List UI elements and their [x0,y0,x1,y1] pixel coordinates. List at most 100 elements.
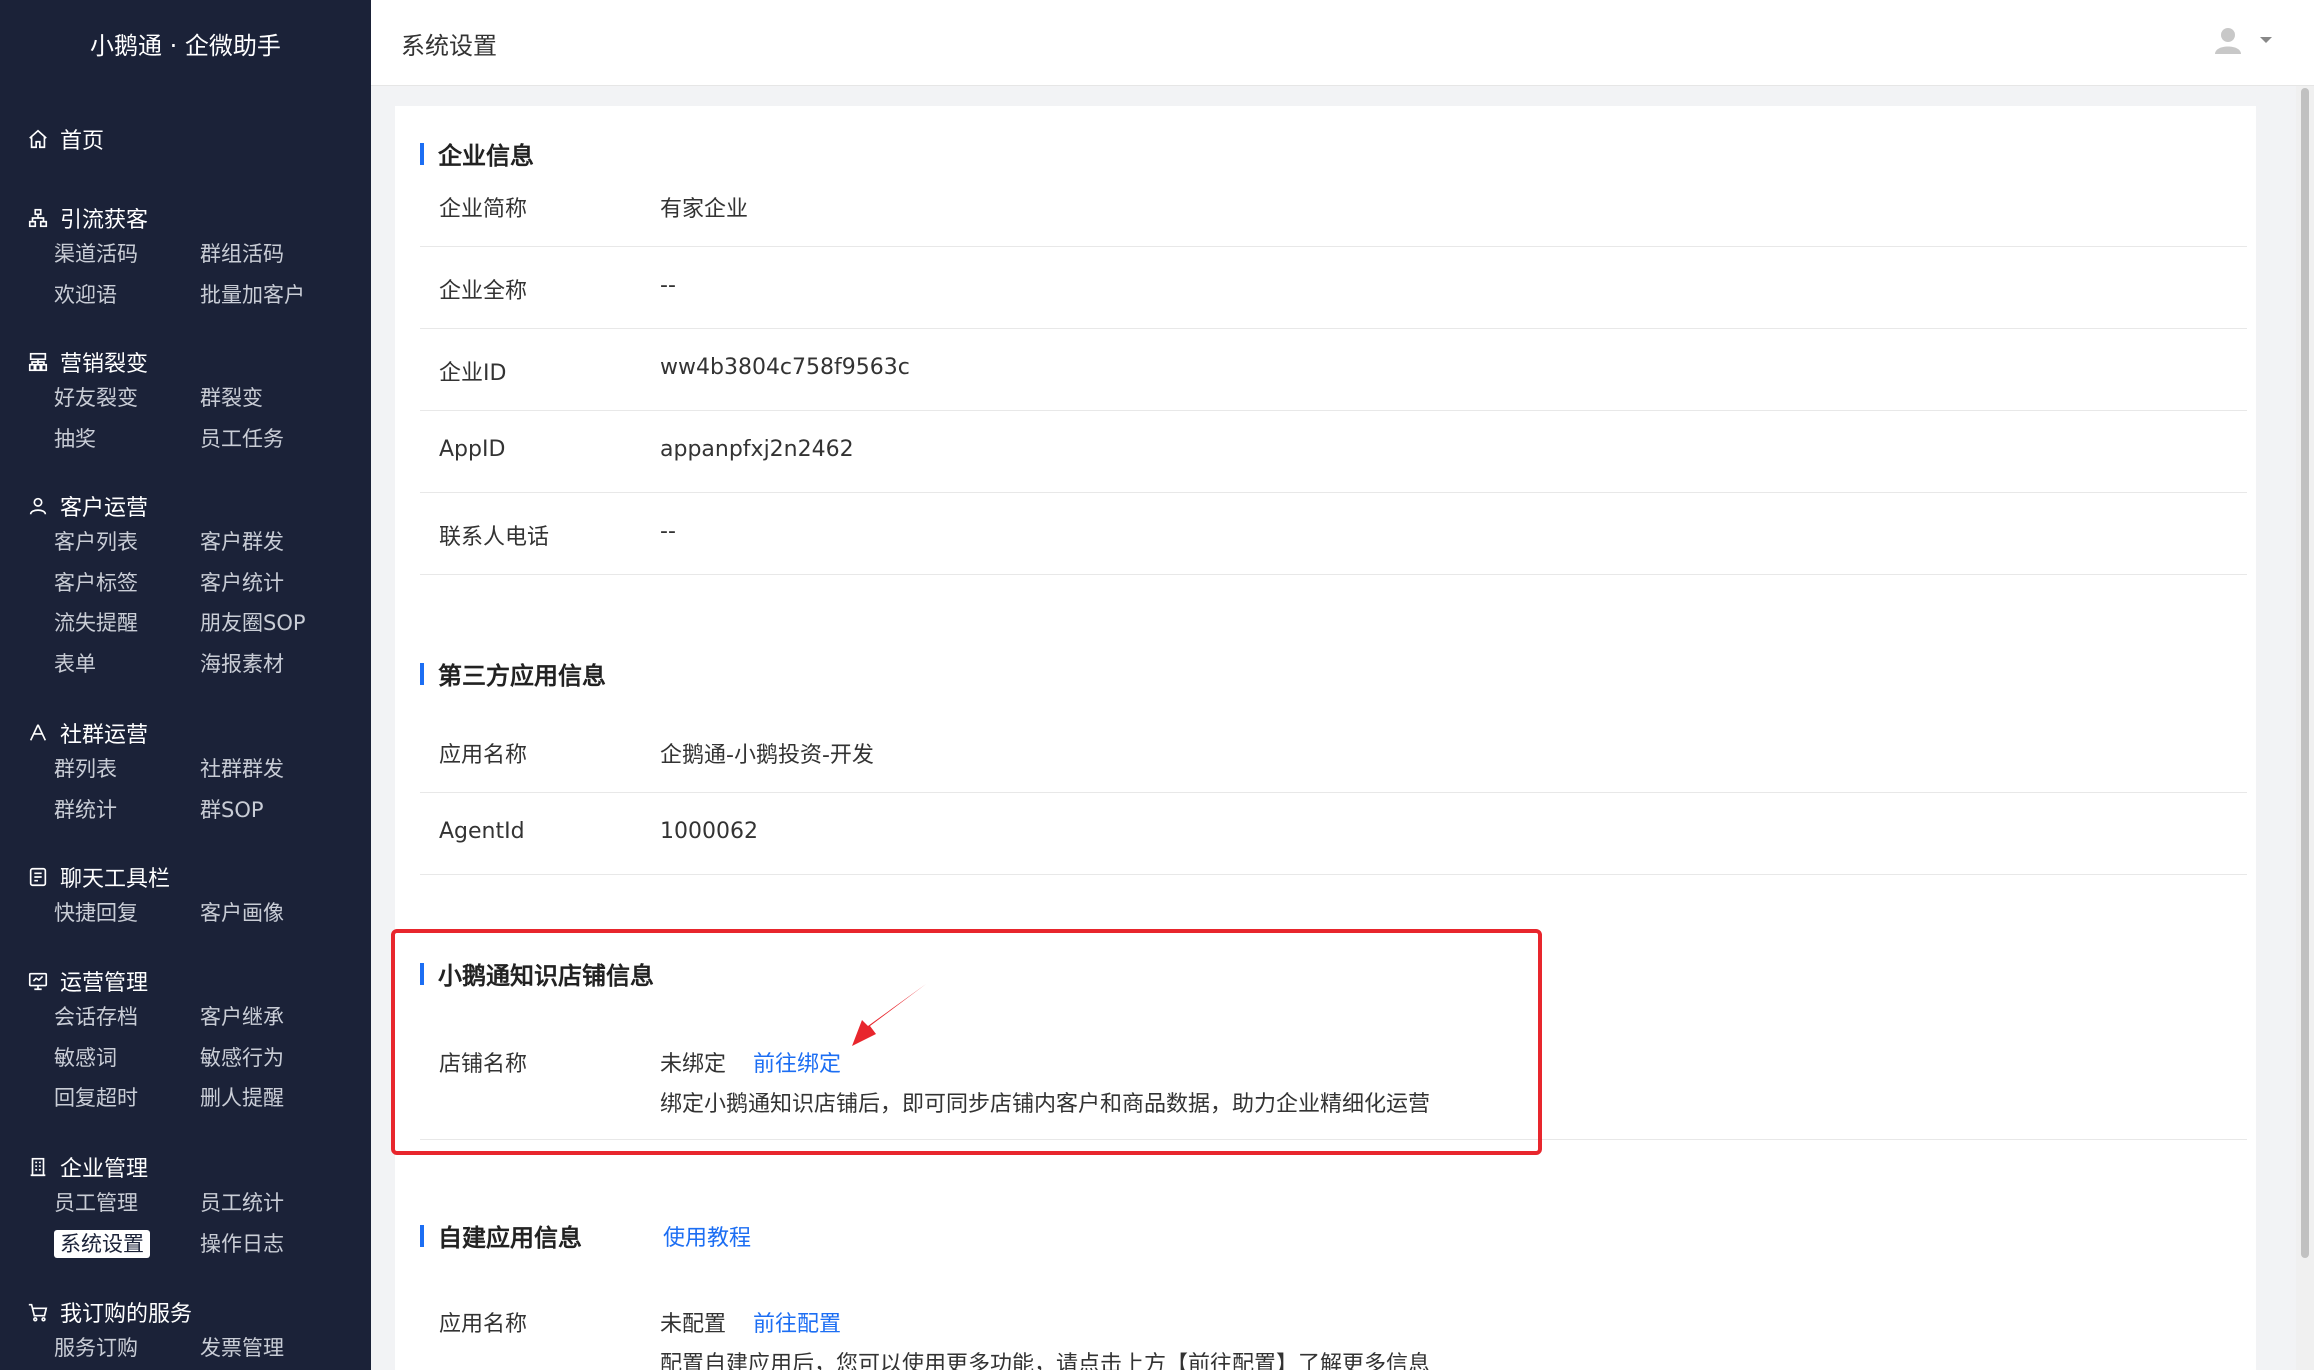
sidebar-item[interactable]: 表单 [54,644,200,685]
settings-panel: 企业信息 企业简称 有家企业 企业全称 -- 企业ID ww4b3804c758… [395,106,2256,1370]
brand-title: 小鹅通 · 企微助手 [90,31,281,60]
sidebar-item[interactable]: 欢迎语 [54,275,200,316]
section-title-custom-app: 自建应用信息 [420,1218,582,1253]
sidebar: 小鹅通 · 企微助手 首页 引流获客 渠道活码 群组活码 欢迎语 批量加客户 营… [0,0,371,1370]
user-icon [26,494,50,518]
section-marker [420,142,424,165]
sidebar-group-title: 社群运营 [60,723,149,748]
annotation-arrow-icon [852,984,926,1046]
sidebar-item[interactable]: 员工统计 [200,1183,370,1224]
sidebar-item[interactable]: 发票管理 [200,1328,370,1369]
sidebar-item[interactable]: 员工管理 [54,1183,200,1224]
sidebar-item[interactable]: 删人提醒 [200,1078,370,1119]
info-row: 企业简称 有家企业 [420,165,2247,247]
sidebar-item-label: 系统设置 [54,1229,150,1258]
section-title-third-party: 第三方应用信息 [420,656,606,691]
custom-app-status: 未配置 [660,1312,727,1337]
row-value: 未配置 前往配置 [660,1306,841,1338]
sidebar-item[interactable]: 批量加客户 [200,275,370,316]
sidebar-item[interactable]: 快捷回复 [54,893,200,934]
cart-icon [26,1300,50,1324]
info-row: 应用名称 企鹅通-小鹅投资-开发 [420,711,2247,793]
sidebar-item[interactable]: 群统计 [54,790,200,831]
row-value: 企鹅通-小鹅投资-开发 [660,743,874,768]
row-value: -- [660,273,676,298]
info-row: 联系人电话 -- [420,493,2247,575]
sidebar-group-title: 运营管理 [60,971,149,996]
monitor-icon [26,969,50,993]
sidebar-item[interactable]: 社群群发 [200,749,370,790]
sidebar-group-title: 企业管理 [60,1157,149,1182]
user-menu[interactable] [2212,24,2274,60]
chevron-down-icon[interactable] [2258,32,2274,52]
row-value: appanpfxj2n2462 [660,437,854,462]
org-chart-icon [26,206,50,230]
sidebar-item[interactable]: 客户统计 [200,563,370,604]
row-value: -- [660,519,676,544]
sidebar-item[interactable]: 回复超时 [54,1078,200,1119]
sidebar-item[interactable]: 朋友圈SOP [200,603,370,644]
sidebar-item[interactable]: 客户群发 [200,522,370,563]
sidebar-group-community: 社群运营 群列表 社群群发 群统计 群SOP [26,717,356,830]
row-value: 有家企业 [660,197,749,222]
custom-app-row: 应用名称 未配置 前往配置 配置自建应用后，您可以使用更多功能，请点击上方【前往… [420,1266,2247,1370]
info-row: AppID appanpfxj2n2462 [420,411,2247,493]
sidebar-group-operations: 运营管理 会话存档 客户继承 敏感词 敏感行为 回复超时 删人提醒 [26,965,356,1119]
highlight-box [391,929,1542,1155]
sidebar-item[interactable]: 渠道活码 [54,234,200,275]
sitemap-icon [26,350,50,374]
info-row: 企业全称 -- [420,247,2247,329]
sidebar-item[interactable]: 群裂变 [200,378,370,419]
row-value: 1000062 [660,819,758,844]
sidebar-group-title: 营销裂变 [60,352,149,377]
row-label: AgentId [439,819,525,844]
sidebar-group-customer: 客户运营 客户列表 客户群发 客户标签 客户统计 流失提醒 朋友圈SOP 表单 … [26,490,356,684]
sidebar-item[interactable]: 流失提醒 [54,603,200,644]
section-title-text: 自建应用信息 [438,1224,582,1252]
row-label: 企业简称 [439,197,528,222]
sidebar-group-chat-toolbar: 聊天工具栏 快捷回复 客户画像 [26,861,356,934]
sidebar-item-label: 首页 [60,129,105,154]
home-icon [26,127,50,151]
sidebar-item[interactable]: 好友裂变 [54,378,200,419]
sidebar-item[interactable]: 会话存档 [54,997,200,1038]
sidebar-item[interactable]: 敏感行为 [200,1038,370,1079]
sidebar-item[interactable]: 客户继承 [200,997,370,1038]
row-label: 联系人电话 [439,525,550,550]
section-marker [420,1224,424,1247]
sidebar-item-home[interactable]: 首页 [26,123,104,155]
tutorial-link[interactable]: 使用教程 [663,1220,751,1252]
sidebar-item[interactable]: 抽奖 [54,419,200,460]
sidebar-group-lead: 引流获客 渠道活码 群组活码 欢迎语 批量加客户 [26,202,356,315]
info-row: 企业ID ww4b3804c758f9563c [420,329,2247,411]
sidebar-item[interactable]: 群组活码 [200,234,370,275]
sidebar-item-system-settings[interactable]: 系统设置 [54,1224,200,1265]
row-label: 企业全称 [439,279,528,304]
sidebar-group-marketing: 营销裂变 好友裂变 群裂变 抽奖 员工任务 [26,346,356,459]
sidebar-item[interactable]: 服务订购 [54,1328,200,1369]
custom-app-hint: 配置自建应用后，您可以使用更多功能，请点击上方【前往配置】了解更多信息 [660,1352,1431,1370]
sidebar-item[interactable]: 员工任务 [200,419,370,460]
sidebar-item[interactable]: 群列表 [54,749,200,790]
sidebar-item[interactable]: 客户标签 [54,563,200,604]
info-row: AgentId 1000062 [420,793,2247,875]
building-icon [26,1155,50,1179]
sidebar-item[interactable]: 操作日志 [200,1224,370,1265]
scrollbar-thumb[interactable] [2301,88,2309,1258]
page-title: 系统设置 [401,32,497,60]
avatar[interactable] [2212,24,2244,60]
row-label: 企业ID [439,361,507,386]
row-label: AppID [439,437,506,462]
sidebar-item[interactable]: 客户列表 [54,522,200,563]
sidebar-group-title: 客户运营 [60,496,149,521]
section-marker [420,662,424,685]
sidebar-group-title: 引流获客 [60,208,149,233]
sidebar-group-enterprise: 企业管理 员工管理 员工统计 系统设置 操作日志 [26,1151,356,1264]
row-label: 应用名称 [439,743,528,768]
sidebar-item[interactable]: 敏感词 [54,1038,200,1079]
sidebar-item[interactable]: 客户画像 [200,893,370,934]
sidebar-item[interactable]: 群SOP [200,790,370,831]
scrollbar[interactable] [2296,86,2314,1370]
sidebar-item[interactable]: 海报素材 [200,644,370,685]
configure-app-link[interactable]: 前往配置 [753,1312,841,1337]
